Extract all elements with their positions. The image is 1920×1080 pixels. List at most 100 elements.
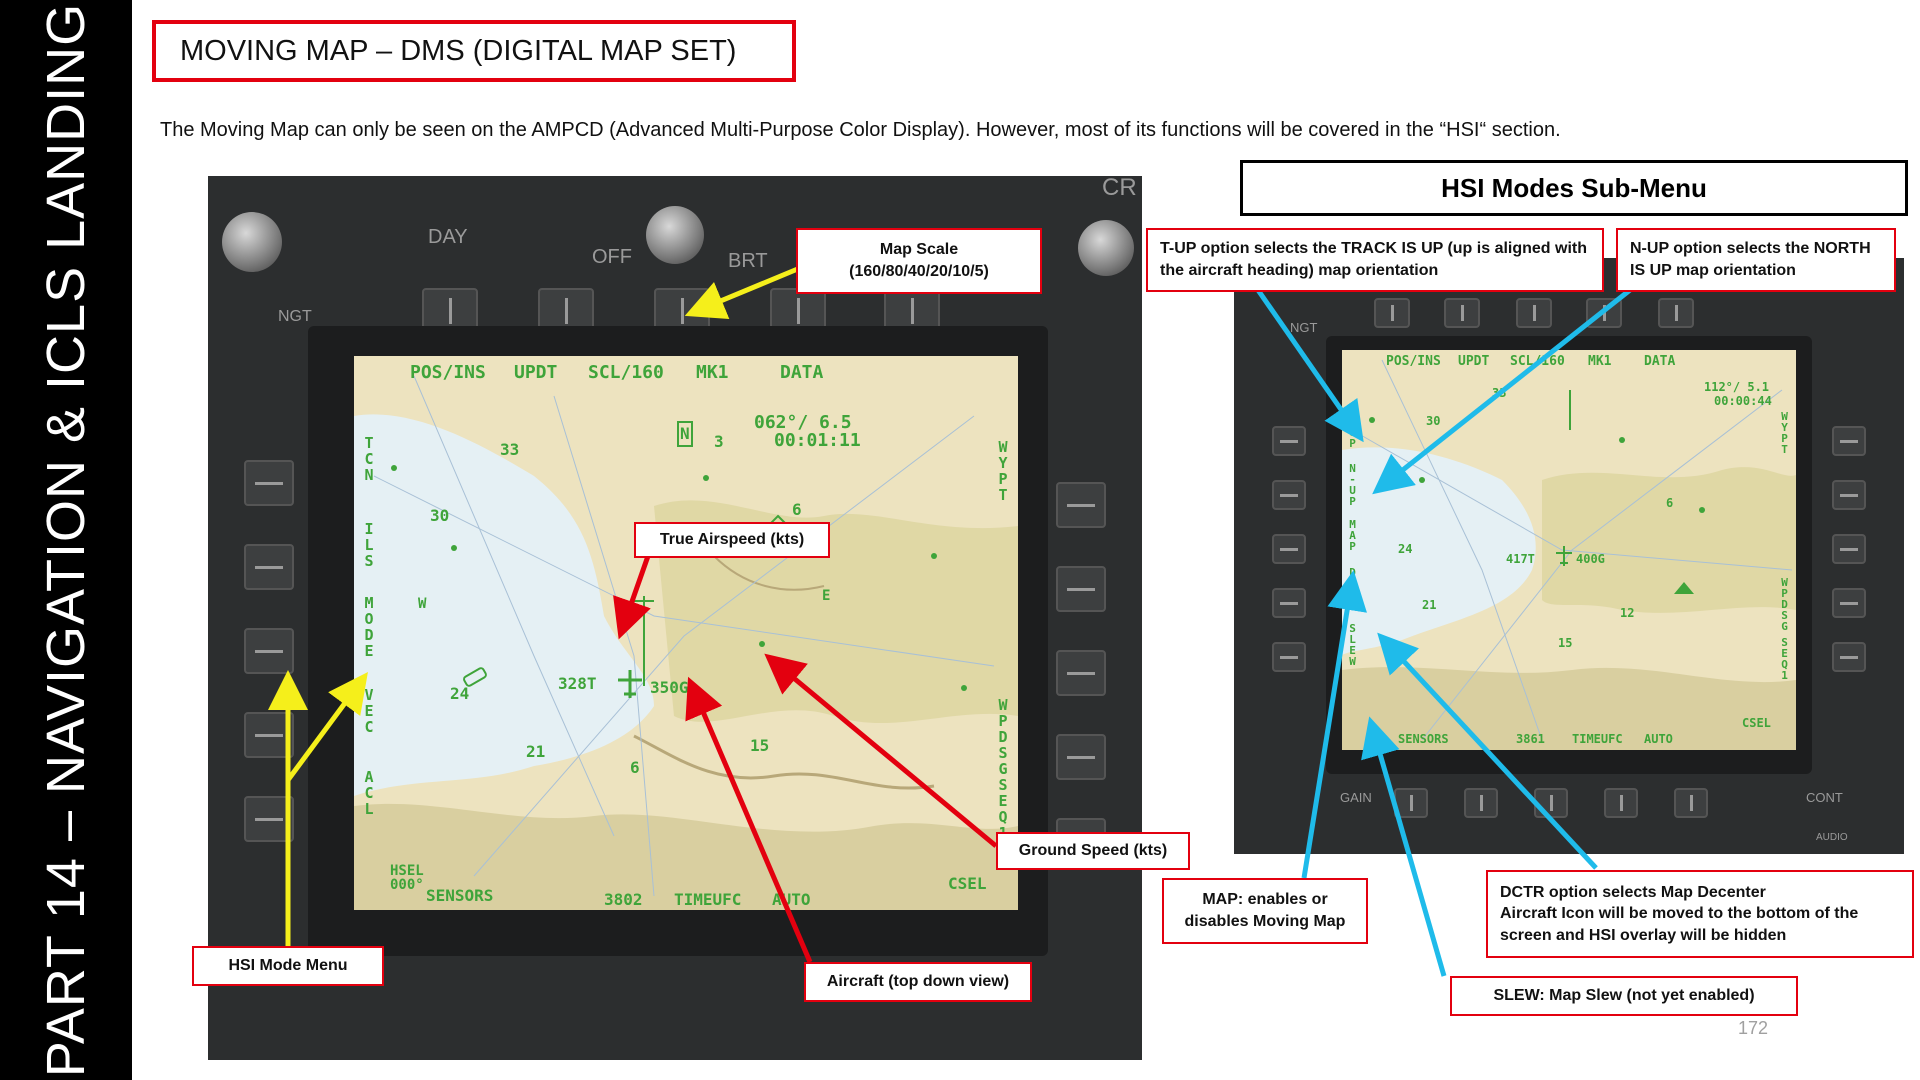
callout-dctr: DCTR option selects Map Decenter Aircraf… (1486, 870, 1914, 958)
osb-right-3-right[interactable] (1832, 534, 1866, 564)
r-osb-label-scl: SCL/160 (1510, 354, 1565, 369)
r-bearing-range-readout: 112°/ 5.1 (1704, 380, 1770, 394)
r-true-airspeed: 417T (1506, 552, 1535, 566)
r-osb-label-pos-ins: POS/INS (1386, 354, 1441, 369)
osb-top-4-right[interactable] (1586, 298, 1622, 328)
osb-label-slew: SLEW (1346, 622, 1359, 666)
time-readout: 00:01:11 (774, 430, 861, 451)
r-osb-label-3861: 3861 (1516, 732, 1545, 746)
map-label-6-upper: 6 (792, 500, 802, 519)
osb-bottom-5-right[interactable] (1674, 788, 1708, 818)
map-label-30: 30 (430, 506, 450, 525)
true-airspeed: 328T (558, 674, 597, 693)
callout-aircraft: Aircraft (top down view) (804, 962, 1032, 1002)
map-label-w: W (418, 596, 427, 612)
callout-hsi-mode-menu: HSI Mode Menu (192, 946, 384, 986)
osb-left-4-right[interactable] (1272, 588, 1306, 618)
intro-text: The Moving Map can only be seen on the A… (160, 119, 1561, 141)
right-toggle-knob[interactable] (1078, 220, 1134, 276)
osb-right-1-right[interactable] (1832, 426, 1866, 456)
osb-label-seq1: SEQ1 (994, 776, 1012, 840)
r-osb-label-mk1: MK1 (1588, 354, 1612, 369)
brt-label: BRT (728, 250, 768, 272)
osb-right-1[interactable] (1056, 482, 1106, 528)
map-label-3: 3 (714, 432, 724, 451)
gain-label: GAIN (1340, 790, 1372, 805)
osb-left-1-right[interactable] (1272, 426, 1306, 456)
map-label-33: 33 (500, 440, 520, 459)
osb-top-5-right[interactable] (1658, 298, 1694, 328)
osb-label-auto: AUTO (772, 890, 811, 909)
osb-left-5-right[interactable] (1272, 642, 1306, 672)
page-title: MOVING MAP – DMS (DIGITAL MAP SET) (152, 20, 796, 82)
r-map-label-15: 15 (1558, 636, 1573, 650)
osb-bottom-1-right[interactable] (1394, 788, 1428, 818)
osb-right-2-right[interactable] (1832, 480, 1866, 510)
r-map-label-21: 21 (1422, 598, 1437, 612)
callout-true-airspeed: True Airspeed (kts) (634, 522, 830, 558)
r-time-readout: 00:00:44 (1714, 394, 1772, 408)
osb-right-2[interactable] (1056, 566, 1106, 612)
osb-bottom-2-right[interactable] (1464, 788, 1498, 818)
moving-map-screen-right: POS/INS UPDT SCL/160 MK1 DATA T-UP N-UP … (1342, 350, 1796, 750)
r-osb-label-auto: AUTO (1644, 732, 1673, 746)
osb-top-2-right[interactable] (1444, 298, 1480, 328)
osb-left-3[interactable] (244, 628, 294, 674)
osb-right-3[interactable] (1056, 650, 1106, 696)
r-osb-label-updt: UPDT (1458, 354, 1490, 369)
callout-dctr-text: DCTR option selects Map Decenter Aircraf… (1500, 883, 1859, 944)
osb-label-vec: VEC (360, 686, 378, 734)
osb-bottom-3-right[interactable] (1534, 788, 1568, 818)
callout-map: MAP: enables or disables Moving Map (1162, 878, 1368, 944)
map-label-e: E (822, 588, 831, 604)
osb-label-pos-ins: POS/INS (410, 362, 486, 383)
r-aircraft-icon (1552, 544, 1576, 568)
osb-label-dctr: DCTR (1346, 566, 1359, 610)
osb-top-1-right[interactable] (1374, 298, 1410, 328)
callout-n-up: N-UP option selects the NORTH IS UP map … (1616, 228, 1896, 292)
r-osb-label-sensors: SENSORS (1398, 732, 1449, 746)
day-label: DAY (428, 226, 468, 248)
osb-label-acl: ACL (360, 768, 378, 816)
osb-left-1[interactable] (244, 460, 294, 506)
osb-left-2[interactable] (244, 544, 294, 590)
osb-left-5[interactable] (244, 796, 294, 842)
osb-right-4[interactable] (1056, 734, 1106, 780)
osb-label-timeufc: TIMEUFC (674, 890, 742, 909)
r-osb-label-data: DATA (1644, 354, 1676, 369)
osb-label-wypt: WYPT (994, 438, 1012, 502)
osb-top-3-right[interactable] (1516, 298, 1552, 328)
osb-left-2-right[interactable] (1272, 480, 1306, 510)
aircraft-icon (612, 666, 648, 702)
osb-left-3-right[interactable] (1272, 534, 1306, 564)
page-number: 172 (1738, 1018, 1769, 1038)
osb-label-mk1: MK1 (696, 362, 729, 383)
r-osb-label-timeufc: TIMEUFC (1572, 732, 1623, 746)
callout-map-scale: Map Scale (160/80/40/20/10/5) (796, 228, 1042, 294)
audio-label: AUDIO (1816, 832, 1848, 843)
hsel-readout: HSEL 000° (390, 863, 424, 893)
callout-map-scale-text: Map Scale (160/80/40/20/10/5) (849, 241, 989, 280)
left-toggle-knob[interactable] (222, 212, 282, 272)
brightness-knob[interactable] (646, 206, 704, 264)
r-map-label-12: 12 (1620, 606, 1635, 620)
osb-label-csel: CSEL (948, 874, 987, 893)
osb-left-4[interactable] (244, 712, 294, 758)
hsi-submenu-header: HSI Modes Sub-Menu (1240, 160, 1908, 216)
off-label: OFF (592, 246, 632, 268)
osb-bottom-4-right[interactable] (1604, 788, 1638, 818)
section-title: PART 14 – NAVIGATION & ICLS LANDING (36, 2, 96, 1078)
moving-map-screen: POS/INS UPDT SCL/160 MK1 DATA TCN ILS MO… (354, 356, 1018, 910)
ampcd-panel-left: DAY OFF BRT NGT CR POS/INS UPDT SCL/160 … (208, 176, 1142, 1060)
callout-ground-speed: Ground Speed (kts) (996, 832, 1190, 870)
map-label-6-lower: 6 (630, 758, 640, 777)
r-osb-label-wypt: WYPT (1778, 410, 1791, 454)
osb-right-5-right[interactable] (1832, 642, 1866, 672)
osb-right-4-right[interactable] (1832, 588, 1866, 618)
north-indicator: N (680, 424, 690, 443)
r-csel-label: CSEL (1742, 716, 1771, 730)
callout-slew: SLEW: Map Slew (not yet enabled) (1450, 976, 1798, 1016)
cr-label: CR (1102, 176, 1137, 201)
osb-label-scl: SCL/160 (588, 362, 664, 383)
map-label-24: 24 (450, 684, 470, 703)
